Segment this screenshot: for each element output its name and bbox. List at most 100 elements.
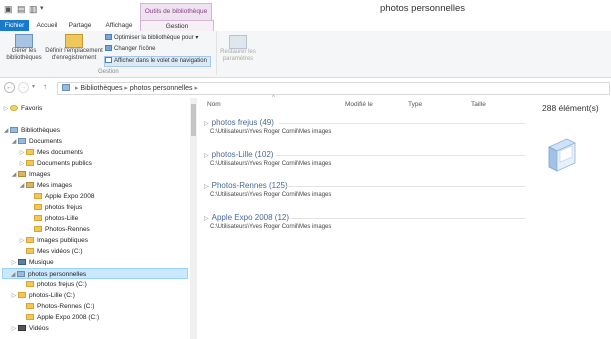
folder-check-icon — [65, 34, 83, 48]
checkbox-checked-icon — [105, 57, 112, 63]
folder-icon — [26, 149, 34, 155]
breadcrumb-separator-icon: ▸ — [124, 85, 128, 92]
group-title[interactable]: photos frejus (49) — [212, 118, 274, 127]
group-path: C:\Utilisateurs\Yves Roger Cornil\Mes im… — [210, 129, 332, 135]
folder-icon — [34, 226, 42, 232]
expand-arrow-icon[interactable]: ▷ — [10, 291, 18, 302]
item-count: 288 élément(s) — [542, 103, 599, 113]
library-icon — [15, 34, 33, 48]
library-icon — [62, 84, 70, 91]
pictures-library-icon — [18, 171, 26, 177]
back-button[interactable]: ← — [4, 82, 15, 93]
group-collapse-arrow-icon[interactable]: ▷ — [204, 153, 209, 159]
sort-chevron-icon: ^ — [272, 95, 275, 101]
folder-icon — [26, 303, 34, 309]
show-in-nav-pane-checkbox[interactable]: Afficher dans le volet de navigation — [104, 56, 211, 67]
nav-item-photos-frejus[interactable]: photos frejus — [26, 202, 82, 213]
group-collapse-arrow-icon[interactable]: ▷ — [204, 216, 209, 222]
up-arrow-icon[interactable]: ↑ — [43, 82, 47, 91]
nav-item-documents-publics[interactable]: ▷ Documents publics — [18, 158, 92, 169]
nav-item-mes-videos[interactable]: Mes vidéos (C:) — [18, 246, 83, 257]
collapse-arrow-icon[interactable]: ◢ — [18, 181, 26, 192]
column-header-nom[interactable]: Nom — [207, 101, 221, 108]
collapse-arrow-icon[interactable]: ◢ — [9, 270, 17, 281]
breadcrumb-bibliotheques[interactable]: Bibliothèques — [80, 85, 122, 92]
tab-accueil[interactable]: Accueil — [33, 20, 61, 31]
breadcrumb-photos-personnelles[interactable]: photos personnelles — [130, 85, 193, 92]
folder-icon — [26, 182, 34, 188]
library-large-icon — [548, 138, 576, 172]
change-icon-icon — [105, 45, 112, 51]
optimize-library-button[interactable]: Optimiser la bibliothèque pour ▾ — [105, 34, 198, 43]
nav-item-favoris[interactable]: ▷ Favoris — [2, 103, 42, 114]
nav-item-photos-lille[interactable]: photos-Lille — [26, 213, 78, 224]
nav-scrollbar-thumb[interactable] — [191, 104, 196, 136]
forward-button[interactable]: → — [18, 82, 29, 93]
tab-gestion[interactable]: Gestion — [140, 20, 214, 31]
nav-item-apple-c[interactable]: Apple Expo 2008 (C:) — [18, 312, 99, 323]
manage-libraries-button[interactable]: Gérer les bibliothèques — [4, 34, 44, 62]
group-collapse-arrow-icon[interactable]: ▷ — [204, 121, 209, 127]
group-photos-lille[interactable]: ▷ photos-Lille (102) C:\Utilisateurs\Yves… — [204, 150, 525, 167]
breadcrumb-separator-icon: ▸ — [74, 85, 79, 92]
set-save-location-label: Définir l'emplacement d'enregistrement — [45, 48, 103, 61]
expand-arrow-icon[interactable]: ▷ — [10, 324, 18, 335]
group-collapse-arrow-icon[interactable]: ▷ — [204, 184, 209, 190]
libraries-icon — [10, 127, 18, 133]
group-divider — [279, 123, 525, 124]
nav-item-lille-c[interactable]: ▷ photos-Lille (C:) — [10, 290, 75, 301]
quick-access-dropdown-icon[interactable]: ▾ — [40, 4, 44, 12]
nav-item-documents[interactable]: ◢ Documents — [10, 136, 62, 147]
nav-item-frejus-c[interactable]: photos frejus (C:) — [18, 279, 87, 290]
column-header-type[interactable]: Type — [408, 101, 422, 108]
nav-item-photos-personnelles[interactable]: ◢ photos personnelles — [2, 268, 188, 279]
nav-item-images-publiques[interactable]: ▷ Images publiques — [18, 235, 88, 246]
tab-fichier[interactable]: Fichier — [0, 20, 29, 31]
change-icon-button[interactable]: Changer l'icône — [105, 45, 156, 54]
tab-partage[interactable]: Partage — [66, 20, 94, 31]
properties-icon[interactable]: ▤ — [17, 4, 26, 15]
nav-item-musique[interactable]: ▷ Musique — [10, 257, 54, 268]
collapse-arrow-icon[interactable]: ◢ — [2, 126, 10, 137]
new-folder-icon[interactable]: ▥ — [29, 4, 38, 15]
group-photos-frejus[interactable]: ▷ photos frejus (49) C:\Utilisateurs\Yves… — [204, 118, 525, 135]
nav-item-videos[interactable]: ▷ Vidéos — [10, 323, 49, 334]
folder-icon — [34, 204, 42, 210]
group-photos-rennes[interactable]: ▷ Photos-Rennes (125) C:\Utilisateurs\Yve… — [204, 181, 525, 198]
app-explorer-icon: ▣ — [4, 4, 13, 14]
folder-icon — [26, 237, 34, 243]
manage-libraries-label: Gérer les bibliothèques — [6, 48, 42, 61]
ribbon: Gérer les bibliothèques Définir l'emplac… — [0, 31, 611, 78]
folder-icon — [26, 160, 34, 166]
group-title[interactable]: Photos-Rennes (125) — [212, 181, 288, 190]
set-save-location-button[interactable]: Définir l'emplacement d'enregistrement — [45, 34, 103, 62]
videos-library-icon — [18, 325, 26, 331]
nav-item-images[interactable]: ◢ Images — [10, 169, 50, 180]
nav-item-mes-documents[interactable]: ▷ Mes documents — [18, 147, 83, 158]
folder-icon — [26, 248, 34, 254]
group-title[interactable]: photos-Lille (102) — [212, 150, 274, 159]
recent-locations-icon[interactable]: ▾ — [32, 83, 35, 90]
tab-affichage[interactable]: Affichage — [102, 20, 136, 31]
restore-icon — [229, 35, 247, 49]
address-bar[interactable]: ▸ Bibliothèques ▸ photos personnelles ▸ — [57, 82, 610, 95]
nav-item-mes-images[interactable]: ◢ Mes images — [18, 180, 72, 191]
navigation-pane: ▷ Favoris ◢ Bibliothèques ◢ Documents ▷ Mes … — [0, 98, 196, 339]
documents-library-icon — [18, 138, 26, 144]
nav-item-photos-rennes[interactable]: Photos-Rennes — [26, 224, 90, 235]
nav-item-apple-expo[interactable]: Apple Expo 2008 — [26, 191, 95, 202]
group-title[interactable]: Apple Expo 2008 (12) — [212, 213, 289, 222]
folder-icon — [34, 215, 42, 221]
collapse-arrow-icon[interactable]: ◢ — [10, 137, 18, 148]
address-row: ← → ▾ ↑ ▸ Bibliothèques ▸ photos personn… — [0, 79, 611, 97]
column-header-taille[interactable]: Taille — [471, 101, 486, 108]
folder-icon — [18, 292, 26, 298]
nav-item-bibliotheques[interactable]: ◢ Bibliothèques — [2, 125, 60, 136]
group-apple-expo[interactable]: ▷ Apple Expo 2008 (12) C:\Utilisateurs\Yv… — [204, 213, 525, 230]
collapse-arrow-icon[interactable]: ◢ — [10, 170, 18, 181]
expand-arrow-icon[interactable]: ▷ — [2, 104, 10, 115]
restore-settings-button[interactable]: Restaurer les paramètres — [218, 35, 258, 63]
title-bar: ▣ ▤ ▥ ▾ — [0, 0, 611, 20]
nav-item-rennes-c[interactable]: Photos-Rennes (C:) — [18, 301, 94, 312]
column-header-modifie[interactable]: Modifié le — [345, 101, 373, 108]
